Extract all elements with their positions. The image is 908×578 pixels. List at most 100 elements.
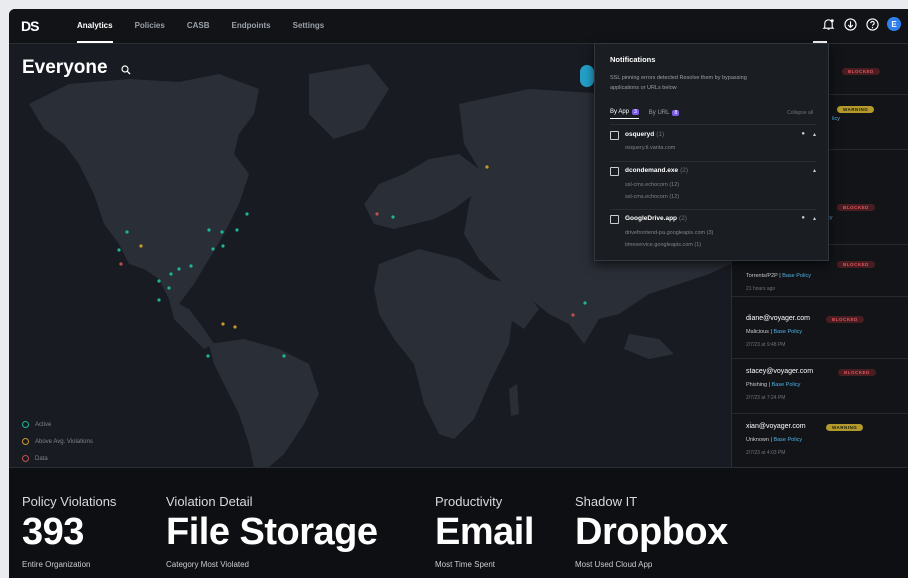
status-badge: WARNING: [826, 424, 864, 431]
tab-by-app[interactable]: By App 3: [610, 109, 639, 119]
app-checkbox[interactable]: [610, 215, 619, 224]
page-title: Everyone: [22, 57, 108, 78]
avatar-letter: E: [887, 17, 901, 31]
nav-endpoints[interactable]: Endpoints: [221, 9, 282, 43]
feed-user: stacey@voyager.com: [746, 368, 814, 375]
stat-label: Policy Violations: [22, 494, 117, 509]
user-icon[interactable]: ●: [801, 131, 805, 138]
tab-label: By App: [610, 109, 630, 115]
header-actions: E: [820, 16, 902, 32]
status-badge: BLOCKED: [842, 68, 880, 75]
help-icon[interactable]: [864, 16, 880, 32]
nav-policies[interactable]: Policies: [124, 9, 176, 43]
feed-category: Phishing: [746, 382, 768, 388]
nav-settings[interactable]: Settings: [282, 9, 336, 43]
policy-link[interactable]: Base Policy: [782, 273, 811, 279]
app-row: dcondemand.exe (2) ssl-cms.echocorn (12) …: [610, 167, 816, 207]
feed-item[interactable]: xian@voyager.com WARNING Unknown | Base …: [732, 413, 908, 467]
stat-label: Shadow IT: [575, 494, 638, 509]
tab-by-url[interactable]: By URL 8: [648, 109, 680, 119]
legend-label: Data: [35, 455, 48, 462]
collapse-all-link[interactable]: Collapse all: [787, 110, 813, 116]
divider: [610, 209, 816, 210]
feed-category: Torrents/P2P: [746, 273, 778, 279]
stat-sub: Most Used Cloud App: [575, 560, 653, 569]
status-badge: BLOCKED: [837, 261, 875, 268]
feed-category: Unknown: [746, 437, 769, 443]
feed-time: 2/7/23 at 7:24 PM: [746, 395, 786, 401]
chevron-up-icon[interactable]: ▴: [813, 215, 816, 222]
search-icon[interactable]: [121, 62, 131, 80]
nav-analytics[interactable]: Analytics: [66, 9, 124, 43]
download-icon[interactable]: [842, 16, 858, 32]
status-badge: BLOCKED: [837, 204, 875, 211]
stat-sub: Most Time Spent: [435, 560, 496, 569]
popup-tabs: By App 3 By URL 8: [610, 109, 680, 119]
map-legend: Active Above Avg. Violations Data: [22, 416, 93, 467]
stat-value: Email: [435, 511, 534, 553]
divider: [610, 161, 816, 162]
policy-link[interactable]: Base Policy: [772, 382, 801, 388]
feed-category: Malicious: [746, 329, 769, 335]
chevron-up-icon[interactable]: ▴: [813, 167, 816, 174]
stat-value: Dropbox: [575, 511, 728, 553]
nav-casb[interactable]: CASB: [176, 9, 221, 43]
feed-item[interactable]: diane@voyager.com BLOCKED Malicious | Ba…: [732, 296, 908, 359]
above-avg-dot-icon: [22, 438, 29, 445]
data-dot-icon: [22, 455, 29, 462]
policy-link[interactable]: licy: [832, 116, 840, 122]
status-badge: BLOCKED: [826, 316, 864, 323]
app-row: osqueryd (1) osquery.tl.vanta.com ● ▴: [610, 131, 816, 161]
main-nav: Analytics Policies CASB Endpoints Settin…: [66, 9, 335, 43]
stat-value: File Storage: [166, 511, 378, 553]
app-row: GoogleDrive.app (2) drivefrontend-pa.goog…: [610, 215, 816, 255]
stat-label: Violation Detail: [166, 494, 253, 509]
status-badge: WARNING: [837, 106, 875, 113]
map-control-button[interactable]: [580, 65, 594, 87]
notifications-popup: Notifications SSL pinning errors detecte…: [594, 43, 829, 261]
feed-item[interactable]: stacey@voyager.com BLOCKED Phishing | Ba…: [732, 358, 908, 414]
app-name: dcondemand.exe: [625, 167, 679, 174]
divider: [610, 124, 816, 125]
stat-value: 393: [22, 511, 84, 553]
host-entry: timeservice.googleapis.com (1): [625, 242, 702, 248]
feed-time: 2/7/23 at 4:03 PM: [746, 450, 786, 456]
user-icon[interactable]: ●: [801, 215, 805, 222]
host-entry: ssl-cms.echocorn (12): [625, 194, 680, 200]
app-count: (2): [679, 215, 687, 222]
policy-link[interactable]: Base Policy: [773, 437, 802, 443]
active-dot-icon: [22, 421, 29, 428]
app-name: GoogleDrive.app: [625, 215, 678, 222]
user-avatar[interactable]: E: [886, 16, 902, 32]
legend-data: Data: [22, 450, 93, 467]
app-checkbox[interactable]: [610, 167, 619, 176]
stats-bar: Policy Violations 393 Entire Organizatio…: [9, 467, 908, 578]
logo[interactable]: DS: [21, 18, 39, 34]
tab-label: By URL: [648, 109, 670, 116]
feed-user: diane@voyager.com: [746, 315, 810, 322]
status-badge: BLOCKED: [838, 369, 876, 376]
app-window: DS Analytics Policies CASB Endpoints Set…: [9, 9, 908, 578]
app-name: osqueryd: [625, 131, 655, 138]
policy-link[interactable]: Base Policy: [773, 329, 802, 335]
stat-sub: Category Most Violated: [166, 560, 250, 569]
popup-title: Notifications: [610, 55, 656, 64]
app-count: (2): [680, 167, 689, 174]
count-badge: 8: [672, 109, 680, 116]
feed-time: 2/7/23 at 9:48 PM: [746, 342, 786, 348]
popup-description: SSL pinning errors detected Resolve them…: [610, 75, 747, 91]
host-entry: osquery.tl.vanta.com: [625, 145, 676, 151]
notification-bell-icon[interactable]: [820, 16, 836, 32]
feed-user: xian@voyager.com: [746, 423, 806, 430]
host-entry: ssl-cms.echocorn (12): [625, 182, 680, 188]
legend-active: Active: [22, 416, 93, 433]
legend-above-avg: Above Avg. Violations: [22, 433, 93, 450]
stat-sub: Entire Organization: [22, 560, 91, 569]
chevron-up-icon[interactable]: ▴: [813, 131, 816, 138]
stat-label: Productivity: [435, 494, 503, 509]
app-checkbox[interactable]: [610, 131, 619, 140]
host-entry: drivefrontend-pa.googleapis.com (3): [625, 230, 714, 236]
feed-time: 21 hours ago: [746, 286, 776, 292]
app-count: (1): [656, 131, 665, 138]
legend-label: Active: [35, 421, 52, 428]
